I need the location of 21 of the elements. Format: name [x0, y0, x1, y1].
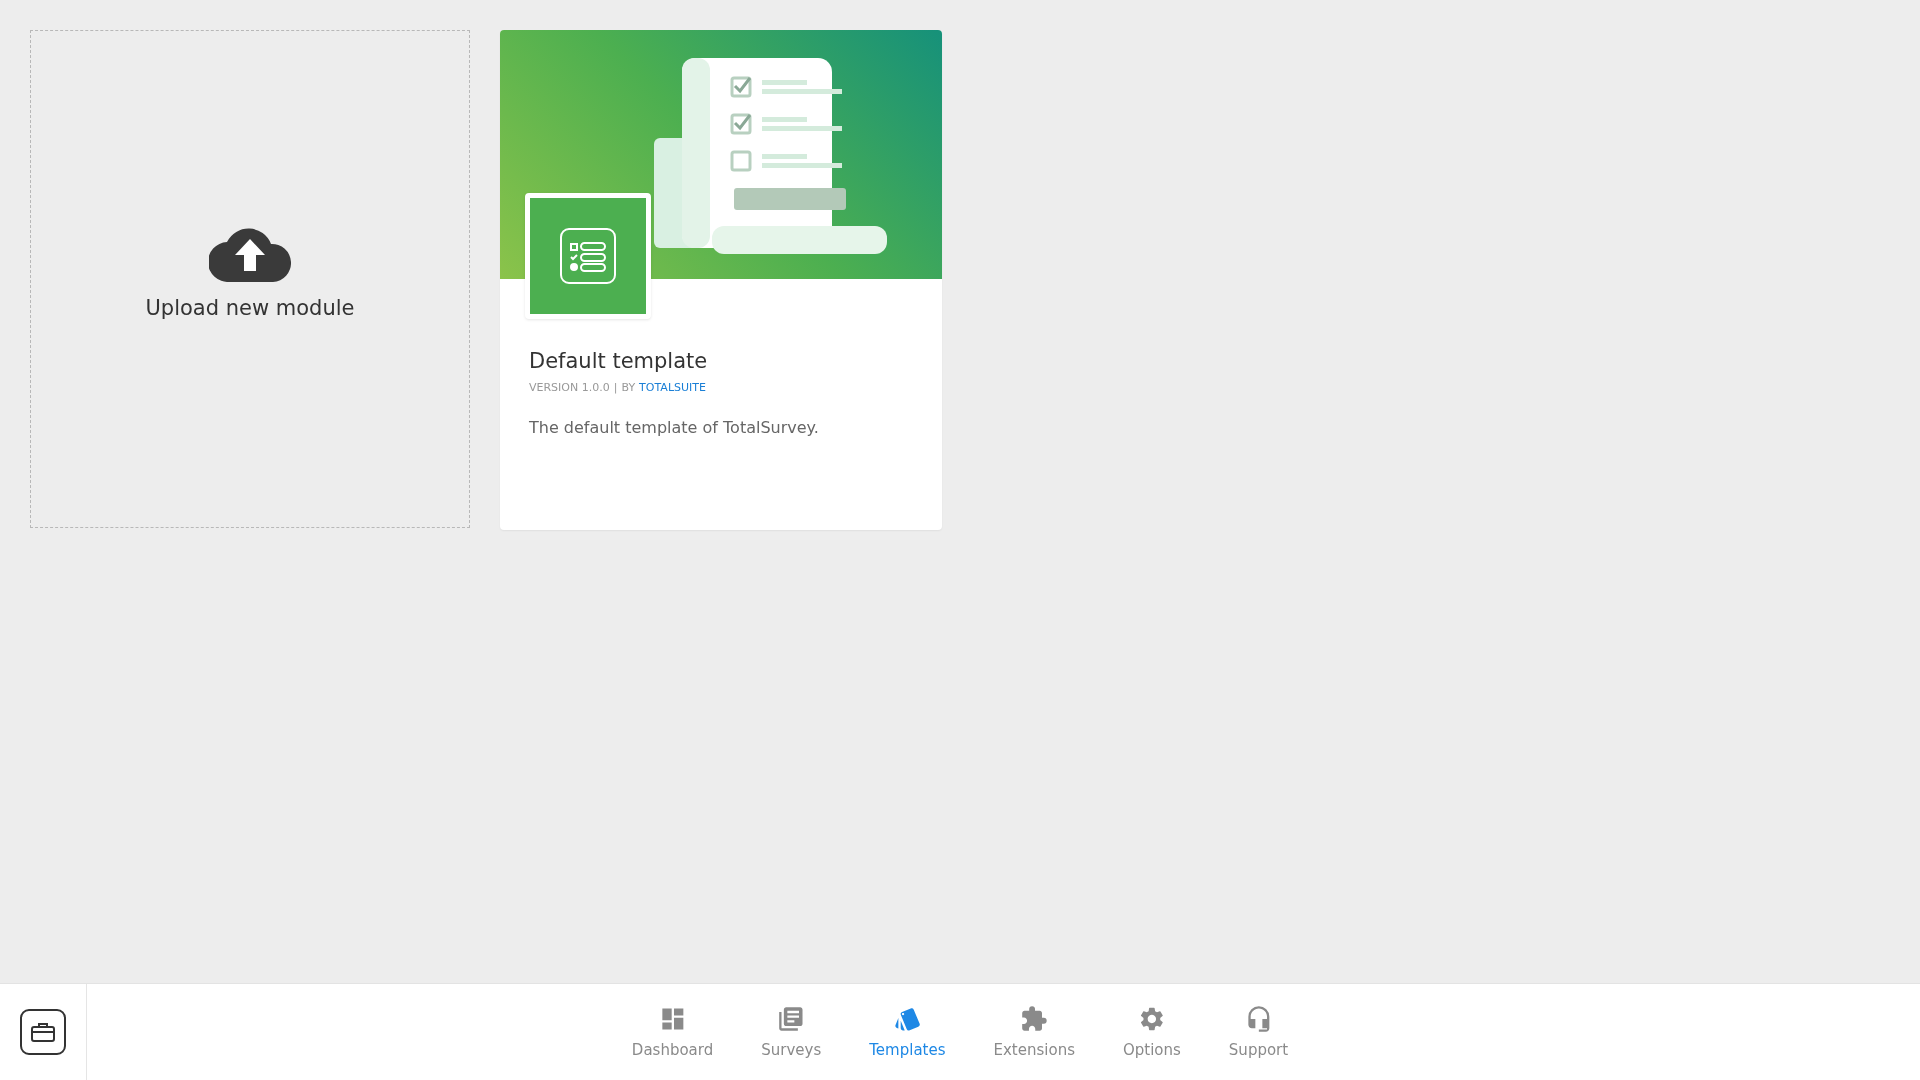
upload-dropzone[interactable]: Upload new module: [30, 30, 470, 528]
briefcase-icon: [31, 1022, 55, 1042]
nav-tab[interactable]: Templates: [845, 984, 970, 1080]
book-icon: [777, 1005, 806, 1033]
tag-icon: [893, 1005, 922, 1033]
template-description: The default template of TotalSurvey.: [529, 418, 820, 437]
meta-separator: |: [613, 381, 618, 394]
nav-tab[interactable]: Surveys: [737, 984, 846, 1080]
cloud-upload-icon: [209, 226, 291, 282]
puzzle-icon: [1020, 1005, 1049, 1033]
nav-tab[interactable]: Support: [1204, 984, 1313, 1080]
list-icon: [559, 227, 617, 285]
upload-label: Upload new module: [145, 296, 355, 320]
author-link[interactable]: TOTALSUITE: [639, 381, 706, 394]
nav-tab[interactable]: Dashboard: [607, 984, 738, 1080]
nav-tab[interactable]: Options: [1098, 984, 1205, 1080]
briefcase-button[interactable]: [20, 1009, 66, 1055]
author-prefix: BY: [621, 381, 636, 394]
template-title: Default template: [529, 349, 709, 373]
template-version: VERSION 1.0.0: [529, 381, 610, 394]
nav-tab[interactable]: Extensions: [969, 984, 1099, 1080]
